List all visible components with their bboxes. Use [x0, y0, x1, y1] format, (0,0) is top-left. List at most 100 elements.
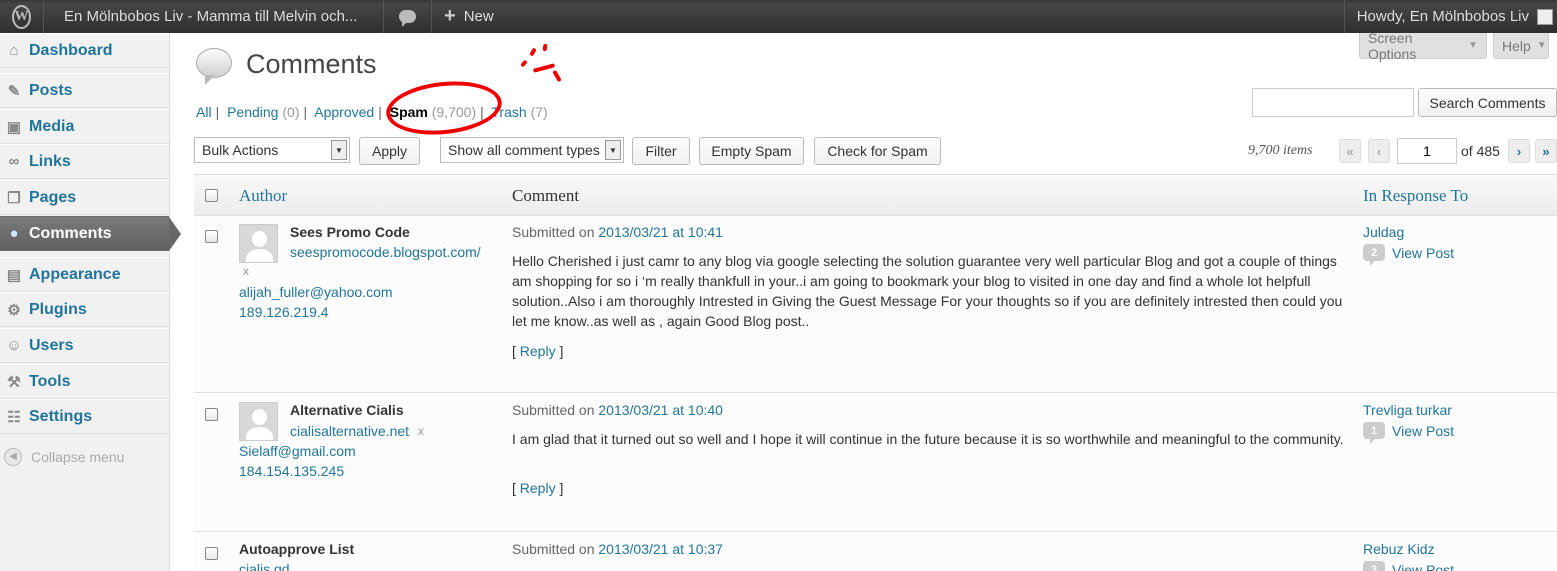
author-ip[interactable]: 189.126.219.4 — [239, 304, 329, 320]
camera-icon: ▣ — [6, 118, 22, 136]
comments-bubble-button[interactable] — [384, 0, 432, 33]
last-page-button[interactable]: » — [1535, 139, 1557, 163]
next-page-button[interactable]: › — [1508, 139, 1530, 163]
menu-label: Settings — [29, 407, 93, 425]
red-mark — [520, 59, 528, 68]
comment-date-link[interactable]: 2013/03/21 at 10:41 — [598, 224, 723, 240]
comment-icon: ● — [9, 225, 19, 242]
author-name: Alternative Cialis — [290, 402, 404, 418]
author-ip[interactable]: 184.154.135.245 — [239, 463, 344, 479]
filter-pending[interactable]: Pending (0) — [227, 104, 299, 120]
total-pages: of 485 — [1461, 143, 1500, 159]
page-title: Comments — [246, 49, 377, 79]
appearance-icon: ▤ — [6, 266, 22, 284]
collapse-menu-button[interactable]: ◀ Collapse menu — [0, 439, 169, 474]
comment-count-badge[interactable]: 2 — [1363, 244, 1385, 266]
row-checkbox[interactable] — [205, 408, 218, 421]
screen-options-button[interactable]: Screen Options ▼ — [1359, 30, 1487, 62]
link-icon: ∞ — [8, 153, 20, 170]
menu-item-pages[interactable]: ❐ Pages — [0, 180, 169, 215]
response-post-title[interactable]: Juldag — [1363, 224, 1404, 240]
filter-count: (0) — [282, 104, 300, 120]
menu-item-media[interactable]: ▣ Media — [0, 109, 169, 144]
bulk-actions-select[interactable]: Bulk Actions ▼ — [194, 137, 350, 163]
tools-icon: ⚒ — [7, 373, 21, 391]
comments-page-icon — [196, 48, 232, 85]
admin-menu: ⌂ Dashboard ✎ Posts ▣ Media ∞ Links ❐ Pa… — [0, 33, 181, 571]
dropdown-arrow-icon: ▼ — [605, 140, 621, 160]
author-url[interactable]: cialis.gd — [239, 561, 290, 571]
comment-count-badge[interactable]: 1 — [1363, 422, 1385, 444]
table-header: Author Comment In Response To — [194, 174, 1557, 216]
pages-icon: ❐ — [7, 189, 21, 207]
menu-label: Posts — [29, 81, 73, 99]
wordpress-logo-button[interactable]: W — [0, 0, 44, 33]
reply-link[interactable]: Reply — [520, 343, 556, 359]
prev-page-button[interactable]: ‹ — [1368, 139, 1390, 163]
select-value: Show all comment types — [448, 142, 600, 158]
speech-bubble-icon — [399, 10, 416, 27]
menu-item-plugins[interactable]: ⚙ Plugins — [0, 292, 169, 327]
plus-icon: + — [444, 5, 456, 27]
author-url-separator: x — [243, 264, 249, 278]
comment-count-badge[interactable]: 3 — [1363, 561, 1385, 571]
apply-button[interactable]: Apply — [359, 137, 420, 165]
row-checkbox[interactable] — [205, 230, 218, 243]
search-comments-button[interactable]: Search Comments — [1418, 88, 1557, 117]
comment-date-link[interactable]: 2013/03/21 at 10:37 — [598, 541, 723, 557]
menu-item-tools[interactable]: ⚒ Tools — [0, 364, 169, 399]
table-row: Autoapprove List cialis.gd Submitted on … — [194, 533, 1557, 571]
check-for-spam-button[interactable]: Check for Spam — [814, 137, 941, 165]
submitted-prefix: Submitted on — [512, 541, 595, 557]
response-post-meta: 3 View Post — [1363, 561, 1454, 571]
comment-type-select[interactable]: Show all comment types ▼ — [440, 137, 624, 163]
site-name-link[interactable]: En Mölnbobos Liv - Mamma till Melvin och… — [44, 0, 384, 33]
my-account-menu[interactable]: Howdy, En Mölnbobos Liv — [1343, 0, 1557, 33]
menu-item-settings[interactable]: ☷ Settings — [0, 399, 169, 434]
filter-button[interactable]: Filter — [632, 137, 690, 165]
view-post-link[interactable]: View Post — [1392, 245, 1454, 261]
filter-all[interactable]: All — [196, 104, 212, 120]
response-post-title[interactable]: Rebuz Kidz — [1363, 541, 1435, 557]
author-email[interactable]: Sielaff@gmail.com — [239, 443, 356, 459]
author-url[interactable]: cialisalternative.net — [290, 423, 409, 439]
empty-spam-button[interactable]: Empty Spam — [699, 137, 804, 165]
menu-item-posts[interactable]: ✎ Posts — [0, 73, 169, 108]
reply-link[interactable]: Reply — [520, 480, 556, 496]
settings-icon: ☷ — [7, 408, 21, 426]
menu-label: Appearance — [29, 265, 121, 283]
menu-label: Plugins — [29, 300, 87, 318]
menu-item-users[interactable]: ☺ Users — [0, 328, 169, 363]
column-comment: Comment — [512, 186, 580, 205]
response-post-title[interactable]: Trevliga turkar — [1363, 402, 1452, 418]
search-input[interactable] — [1252, 88, 1414, 117]
view-post-link[interactable]: View Post — [1392, 562, 1454, 571]
first-page-button[interactable]: « — [1339, 139, 1361, 163]
new-content-button[interactable]: + New — [432, 0, 506, 33]
menu-item-links[interactable]: ∞ Links — [0, 144, 169, 179]
filter-approved[interactable]: Approved — [314, 104, 374, 120]
bracket: [ — [512, 343, 516, 359]
column-author[interactable]: Author — [239, 186, 287, 206]
row-checkbox[interactable] — [205, 547, 218, 560]
avatar — [239, 224, 278, 263]
view-post-link[interactable]: View Post — [1392, 423, 1454, 439]
help-label: Help — [1502, 37, 1531, 54]
menu-item-dashboard[interactable]: ⌂ Dashboard — [0, 33, 169, 68]
comment-text: I am glad that it turned out so well and… — [512, 431, 1344, 447]
author-url[interactable]: seespromocode.blogspot.com/ — [290, 244, 481, 260]
help-button[interactable]: Help ▼ — [1493, 33, 1549, 59]
menu-item-appearance[interactable]: ▤ Appearance — [0, 257, 169, 292]
filter-count: (7) — [530, 104, 548, 120]
items-count: 9,700 items — [1248, 143, 1313, 158]
current-page-input[interactable] — [1397, 138, 1457, 164]
red-mark — [552, 69, 562, 83]
column-response[interactable]: In Response To — [1363, 186, 1468, 206]
author-email[interactable]: alijah_fuller@yahoo.com — [239, 284, 393, 300]
red-mark — [529, 47, 537, 57]
new-label: New — [463, 8, 494, 25]
comment-date-link[interactable]: 2013/03/21 at 10:40 — [598, 402, 723, 418]
select-all-checkbox[interactable] — [205, 189, 218, 202]
menu-item-comments[interactable]: ● Comments — [0, 216, 181, 251]
dropdown-arrow-icon: ▼ — [331, 140, 347, 160]
